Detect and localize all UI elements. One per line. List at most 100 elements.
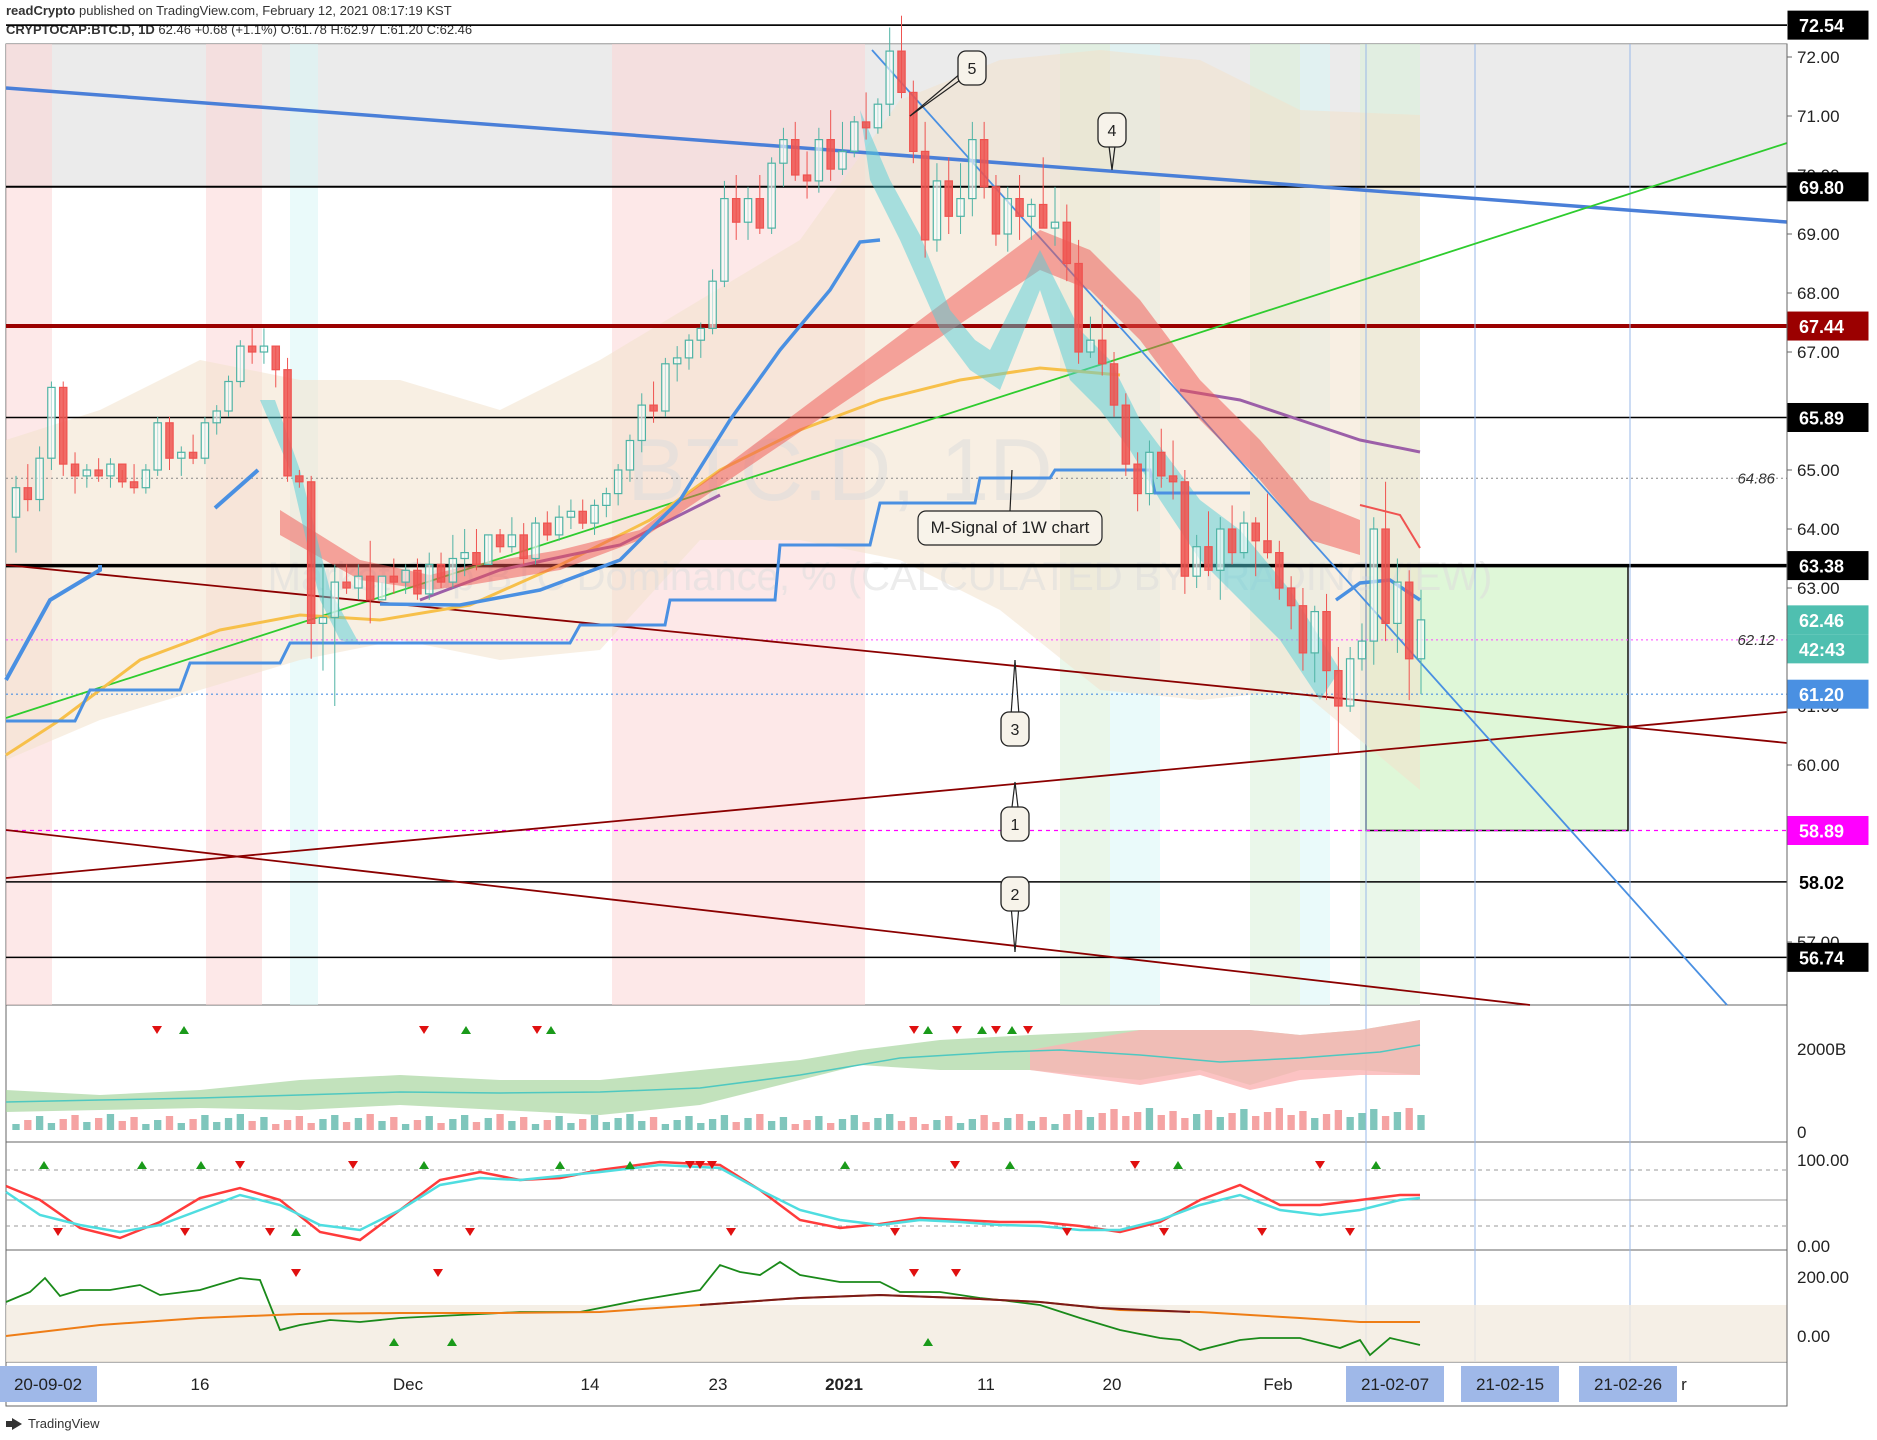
candle-body <box>649 404 658 412</box>
price-label-9[interactable]: 58.02 <box>1787 867 1869 897</box>
time-tick-9: 21-02-07 <box>1346 1366 1444 1402</box>
price-label-4[interactable]: 63.38 <box>1787 551 1869 581</box>
candle-body <box>661 363 670 412</box>
candle-18[interactable] <box>224 375 233 417</box>
volume-bar-28 <box>342 1122 351 1130</box>
volume-bar-9 <box>118 1121 126 1130</box>
volume-bar-35 <box>425 1116 433 1130</box>
candle-body <box>802 174 812 182</box>
candle-73[interactable] <box>873 98 883 134</box>
dotted-level-label-62-12: 62.12 <box>1737 632 1775 649</box>
candle-12[interactable] <box>153 416 162 476</box>
candle-body <box>1015 198 1024 217</box>
volume-bar-23 <box>283 1120 292 1130</box>
volume-bar-116 <box>1381 1116 1390 1130</box>
chart-canvas[interactable]: BTC.D, 1D Market Cap BTC Dominance, % (C… <box>0 0 1877 1440</box>
time-tick-12: r <box>1681 1375 1687 1394</box>
price-tick-4: 68.00 <box>1797 284 1840 303</box>
candle-body <box>838 150 847 170</box>
price-label-7[interactable]: 61.20 <box>1787 679 1869 709</box>
candle-body <box>731 198 741 223</box>
candle-74[interactable] <box>885 27 894 117</box>
candle-44[interactable] <box>531 517 540 565</box>
time-tick-7: 20 <box>1103 1375 1122 1394</box>
candle-3[interactable] <box>47 381 56 471</box>
volume-bar-109 <box>1299 1111 1307 1130</box>
candle-94[interactable] <box>1121 393 1131 476</box>
candle-body <box>613 469 623 495</box>
candle-76[interactable] <box>909 80 918 164</box>
price-label-2[interactable]: 67.44 <box>1787 311 1869 341</box>
volume-bar-83 <box>992 1122 1000 1130</box>
price-label-5[interactable]: 62.46 <box>1787 605 1869 635</box>
candle-64[interactable] <box>767 157 776 234</box>
callout-2-label: 2 <box>1011 887 1020 904</box>
candle-body <box>141 469 151 489</box>
candle-body <box>1168 475 1178 483</box>
volume-bar-8 <box>106 1114 115 1130</box>
candle-body <box>1038 203 1048 229</box>
osc-tick-1: 0.00 <box>1797 1327 1830 1346</box>
volume-bar-2 <box>35 1116 44 1130</box>
time-tick-label: 2021 <box>825 1375 863 1394</box>
candle-body <box>224 380 233 412</box>
candle-body <box>377 575 387 601</box>
candle-40[interactable] <box>484 534 493 566</box>
candle-body <box>436 563 446 583</box>
volume-bar-24 <box>295 1116 304 1130</box>
candle-body <box>1145 451 1154 495</box>
candle-body <box>861 121 871 129</box>
candle-19[interactable] <box>236 340 245 388</box>
volume-pane[interactable] <box>5 1004 1788 1143</box>
price-label-6[interactable]: 42:43 <box>1787 634 1869 664</box>
volume-bar-48 <box>579 1119 587 1130</box>
candle-71[interactable] <box>850 116 859 158</box>
volume-bar-32 <box>390 1117 398 1130</box>
volume-bar-31 <box>378 1121 386 1130</box>
volume-bar-100 <box>1193 1114 1201 1130</box>
volume-bar-112 <box>1334 1110 1343 1130</box>
candle-body <box>212 410 221 424</box>
candle-body <box>306 481 316 624</box>
candle-99[interactable] <box>1180 470 1190 594</box>
stochastic-pane[interactable] <box>5 1141 1788 1251</box>
volume-bar-41 <box>496 1114 504 1130</box>
candle-body <box>672 357 682 365</box>
price-label-0[interactable]: 72.54 <box>1787 10 1869 40</box>
candle-body <box>897 50 906 93</box>
volume-bar-66 <box>791 1124 799 1130</box>
time-tick-label: 11 <box>977 1375 995 1394</box>
candle-75[interactable] <box>897 15 906 99</box>
candle-body <box>1381 528 1390 625</box>
price-label-1[interactable]: 69.80 <box>1787 172 1869 202</box>
volume-bar-0 <box>12 1124 20 1130</box>
volume-bar-64 <box>767 1121 776 1130</box>
candle-body <box>1180 481 1190 577</box>
time-tick-11: 21-02-26 <box>1579 1366 1677 1402</box>
price-label-text: 42:43 <box>1799 640 1845 660</box>
candle-16[interactable] <box>200 416 210 465</box>
candle-body <box>1062 221 1072 265</box>
price-tick-0: 72.00 <box>1797 48 1840 67</box>
footer-brand-label: TradingView <box>28 1416 100 1431</box>
candle-55[interactable] <box>661 357 670 417</box>
candle-23[interactable] <box>283 357 292 482</box>
volume-bar-73 <box>874 1118 882 1130</box>
candle-body <box>165 422 174 459</box>
price-label-8[interactable]: 58.89 <box>1787 815 1869 845</box>
candle-4[interactable] <box>58 381 68 476</box>
time-tick-label: 21-02-26 <box>1594 1375 1662 1394</box>
candle-body <box>1086 339 1095 353</box>
volume-bar-19 <box>236 1114 244 1130</box>
candle-body <box>484 534 493 566</box>
volume-bar-106 <box>1263 1112 1272 1130</box>
volume-bar-50 <box>602 1122 610 1130</box>
candle-body <box>106 463 115 477</box>
candle-body <box>826 139 835 170</box>
candle-31[interactable] <box>377 575 387 601</box>
footer-brand: TradingView <box>6 1416 100 1431</box>
price-label-3[interactable]: 65.89 <box>1787 402 1869 432</box>
candle-body <box>519 534 528 560</box>
price-label-10[interactable]: 56.74 <box>1787 942 1869 972</box>
volume-bar-78 <box>933 1120 941 1130</box>
